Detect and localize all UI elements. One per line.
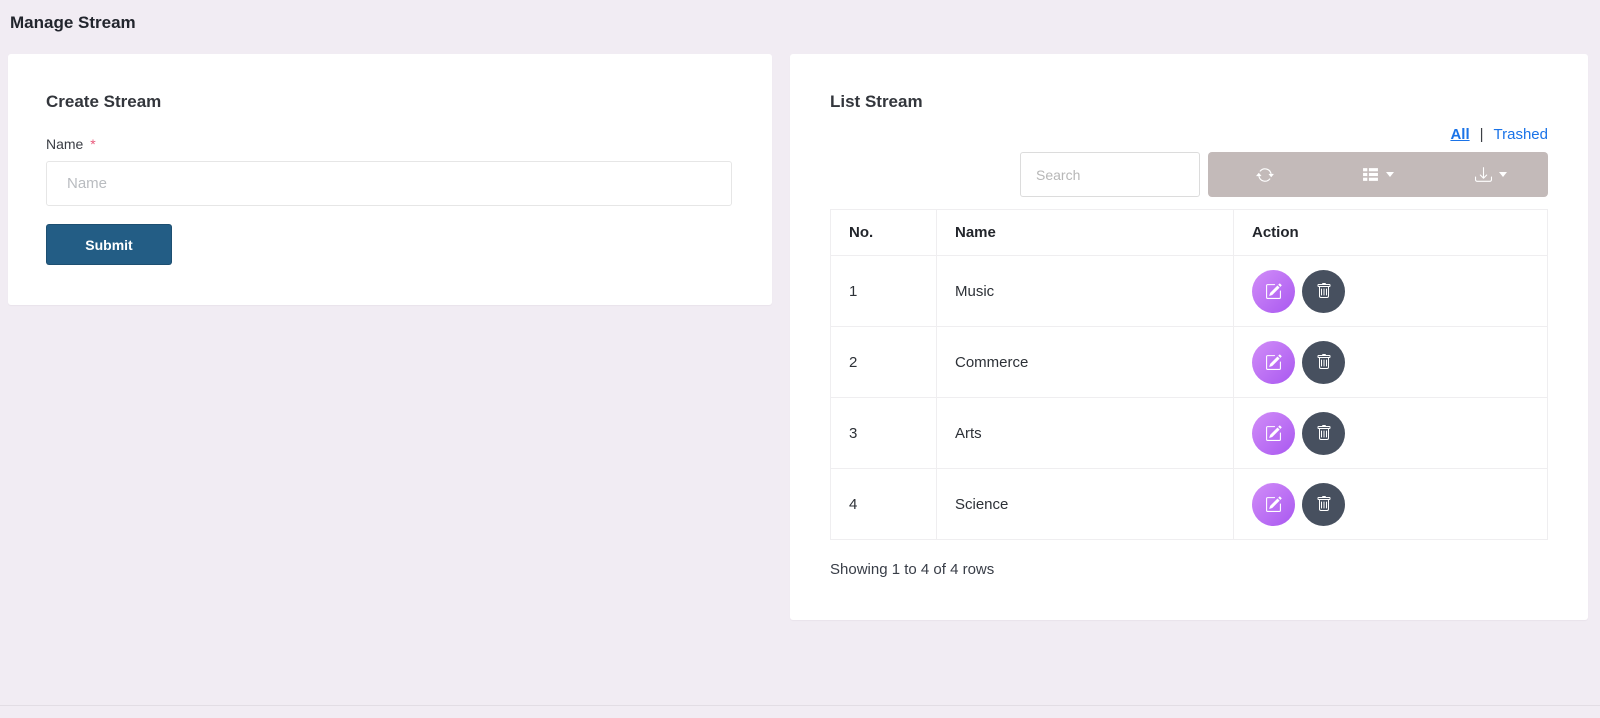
- footer-divider: [0, 705, 1600, 718]
- table-toolbar: [830, 152, 1548, 197]
- list-stream-title: List Stream: [830, 92, 923, 111]
- list-stream-card: List Stream All | Trashed Search No. Nam…: [790, 54, 1588, 620]
- stream-name-cell: Arts: [936, 397, 1234, 469]
- stream-name-cell: Science: [936, 468, 1234, 540]
- trash-icon: [1317, 425, 1330, 440]
- row-number-cell: 4: [830, 468, 937, 540]
- name-input[interactable]: [46, 161, 732, 206]
- edit-icon: [1266, 425, 1282, 441]
- table-header-row: No. Name Action: [830, 209, 1548, 256]
- name-label: Name *: [46, 136, 732, 152]
- table-row: 1 Music: [830, 255, 1548, 327]
- edit-icon: [1266, 354, 1282, 370]
- table-summary: Showing 1 to 4 of 4 rows: [830, 561, 995, 578]
- edit-icon: [1266, 496, 1282, 512]
- trash-icon: [1317, 283, 1330, 298]
- delete-button[interactable]: [1302, 269, 1345, 313]
- delete-button[interactable]: [1302, 411, 1345, 455]
- stream-name-cell: Music: [936, 255, 1234, 327]
- create-stream-card: Create Stream Name * Submit: [8, 54, 772, 305]
- action-cell: [1233, 255, 1548, 327]
- row-number-cell: 3: [830, 397, 937, 469]
- edit-button[interactable]: [1252, 411, 1295, 455]
- refresh-icon: [1255, 167, 1274, 182]
- row-number-cell: 1: [830, 255, 937, 327]
- columns-icon: [1363, 168, 1378, 181]
- chevron-down-icon: [1499, 172, 1508, 177]
- chevron-down-icon: [1385, 172, 1394, 177]
- filter-separator: |: [1479, 126, 1484, 143]
- row-number-cell: 2: [830, 326, 937, 398]
- filter-trashed-link[interactable]: Trashed: [1494, 126, 1548, 143]
- name-label-text: Name: [46, 136, 84, 152]
- required-asterisk: *: [90, 136, 96, 152]
- stream-name-cell: Commerce: [936, 326, 1234, 398]
- table-row: 3 Arts: [830, 397, 1548, 469]
- header-name: Name: [936, 209, 1234, 256]
- filter-all-link[interactable]: All: [1450, 126, 1469, 143]
- create-stream-title: Create Stream: [46, 92, 162, 111]
- page-title: Manage Stream: [10, 13, 136, 32]
- action-cell: [1233, 326, 1548, 398]
- edit-button[interactable]: [1252, 340, 1295, 384]
- table-row: 4 Science: [830, 468, 1548, 540]
- trash-icon: [1317, 354, 1330, 369]
- export-button[interactable]: [1435, 152, 1548, 197]
- trash-icon: [1317, 496, 1330, 511]
- edit-button[interactable]: [1252, 482, 1295, 526]
- action-cell: [1233, 468, 1548, 540]
- action-buttons: [1252, 269, 1529, 313]
- table-body: 1 Music 2 Commerce 3 Arts 4 Science: [830, 255, 1548, 540]
- header-action: Action: [1233, 209, 1548, 256]
- delete-button[interactable]: [1302, 340, 1345, 384]
- toolbar-button-group: [1208, 152, 1548, 197]
- submit-button[interactable]: Submit: [46, 224, 172, 265]
- stream-table: No. Name Action 1 Music 2 Commerce 3 Art…: [830, 209, 1548, 540]
- refresh-button[interactable]: [1208, 152, 1321, 197]
- columns-button[interactable]: [1321, 152, 1434, 197]
- edit-button[interactable]: [1252, 269, 1295, 313]
- table-row: 2 Commerce: [830, 326, 1548, 398]
- cards-row: Create Stream Name * Submit List Stream …: [8, 54, 1588, 620]
- filter-links: All | Trashed: [830, 126, 1548, 143]
- action-cell: [1233, 397, 1548, 469]
- header-no: No.: [830, 209, 937, 256]
- export-icon: [1475, 167, 1493, 182]
- action-buttons: [1252, 482, 1529, 526]
- delete-button[interactable]: [1302, 482, 1345, 526]
- action-buttons: [1252, 411, 1529, 455]
- edit-icon: [1266, 283, 1282, 299]
- search-input[interactable]: [1020, 152, 1200, 197]
- action-buttons: [1252, 340, 1529, 384]
